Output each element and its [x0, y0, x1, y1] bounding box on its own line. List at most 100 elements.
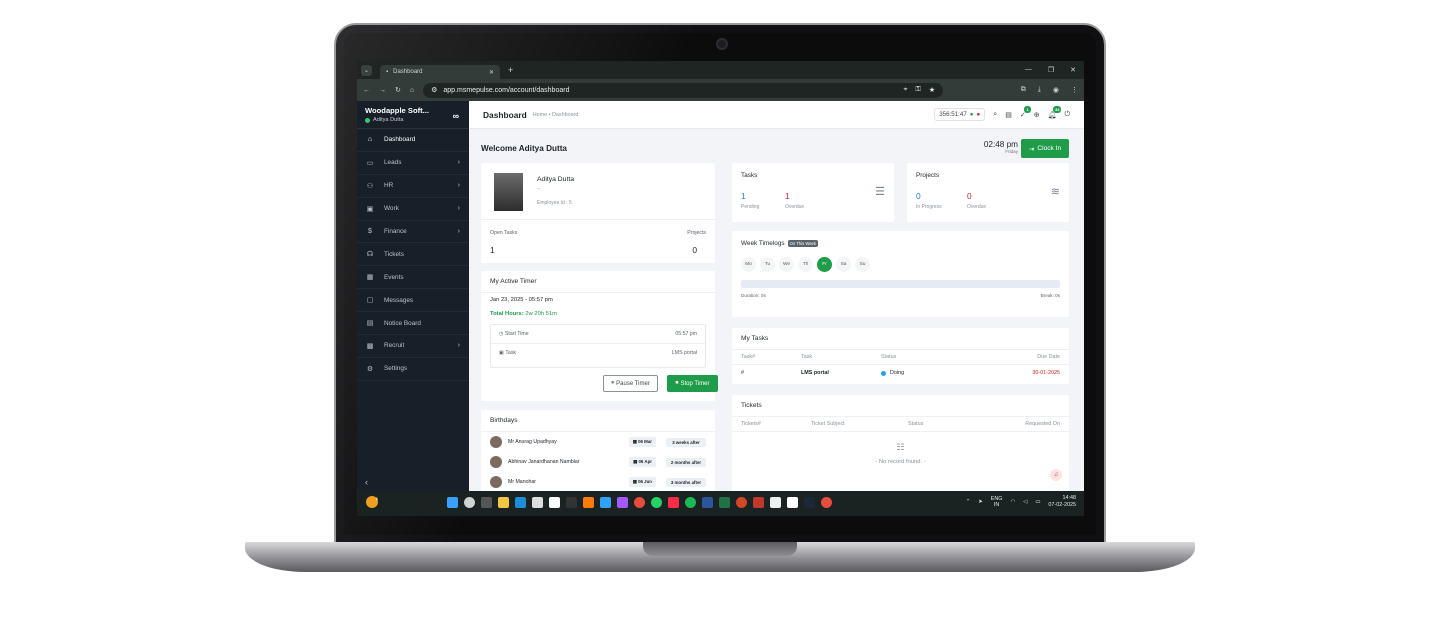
sidebar-item-settings[interactable]: ⚙ Settings: [357, 358, 469, 381]
language-indicator[interactable]: ENG IN: [991, 496, 1003, 509]
extensions-icon[interactable]: ⧉: [1021, 86, 1026, 94]
tasks-pending-count[interactable]: 1: [741, 191, 746, 201]
star-icon[interactable]: ★: [929, 86, 935, 94]
word-icon[interactable]: [702, 497, 713, 508]
file-icon[interactable]: [787, 497, 798, 508]
wifi-icon[interactable]: ◠: [1010, 499, 1015, 505]
clock-in-button[interactable]: ⇥ Clock In: [1021, 139, 1069, 158]
back-icon[interactable]: ←: [363, 87, 370, 94]
sidebar-item-events[interactable]: ▦ Events: [357, 266, 469, 290]
search-icon[interactable]: ⌕: [993, 111, 997, 119]
birthdays-card: Birthdays Mr Anurag Upadhyay ▦ 06 Mar 3 we…: [481, 410, 715, 491]
app2-icon[interactable]: [753, 497, 764, 508]
sidebar-item-recruit[interactable]: ▩ Recruit ›: [357, 335, 469, 358]
search-taskbar-icon[interactable]: [464, 497, 475, 508]
notes-icon[interactable]: ▤: [1005, 111, 1012, 119]
home-icon[interactable]: ⌂: [410, 87, 414, 94]
day-su[interactable]: Su: [855, 257, 870, 272]
photoshop-icon[interactable]: [600, 497, 611, 508]
add-icon[interactable]: ⊕: [1034, 111, 1040, 119]
edge-icon[interactable]: [515, 497, 526, 508]
sidebar-item-work[interactable]: ▣ Work ›: [357, 198, 469, 221]
tray-chevron-icon[interactable]: ⌃: [966, 499, 971, 505]
alert-bell-icon[interactable]: ♫: [1050, 469, 1062, 481]
stop-timer-icon[interactable]: ●: [977, 111, 981, 118]
url-field[interactable]: ⚙ app.msmepulse.com/account/dashboard ⌖ …: [423, 82, 944, 98]
browser-tab[interactable]: ▪ Dashboard ✕: [380, 65, 500, 79]
music-icon[interactable]: [668, 497, 679, 508]
powerpoint-icon[interactable]: [736, 497, 747, 508]
timer-start-date: Jan 23, 2025 - 05:57 pm: [490, 297, 553, 303]
sidebar-brand[interactable]: Woodapple Soft... Aditya Dutta ∞: [357, 101, 469, 129]
store-icon[interactable]: [532, 497, 543, 508]
tab-search-icon[interactable]: ⌄: [361, 64, 372, 76]
download-icon[interactable]: ⤓: [1038, 86, 1041, 94]
calculator-icon[interactable]: [770, 497, 781, 508]
file-explorer-icon[interactable]: [498, 497, 509, 508]
day-fr[interactable]: Fr: [817, 257, 832, 272]
tasks-overdue-count[interactable]: 1: [785, 191, 790, 201]
birthday-name: Mr Anurag Upadhyay: [508, 439, 557, 445]
sidebar-item-hr[interactable]: ⚇ HR ›: [357, 175, 469, 198]
notion-icon[interactable]: [549, 497, 560, 508]
chrome-active-icon[interactable]: [821, 497, 832, 508]
page-title: Dashboard: [483, 109, 527, 120]
reload-icon[interactable]: ↻: [395, 86, 401, 94]
site-info-icon[interactable]: ⚙: [431, 86, 437, 94]
figma-icon[interactable]: [617, 497, 628, 508]
pause-timer-button[interactable]: ⏸ Pause Timer: [603, 375, 658, 392]
day-we[interactable]: We: [779, 257, 794, 272]
sidebar-item-notice-board[interactable]: ▤ Notice Board: [357, 312, 469, 336]
sidebar-item-leads[interactable]: ▭ Leads ›: [357, 152, 469, 175]
spotify-icon[interactable]: [685, 497, 696, 508]
open-tasks-count[interactable]: 1: [490, 245, 495, 255]
restore-icon[interactable]: ❐: [1048, 66, 1054, 74]
logo-icon: ∞: [452, 111, 459, 121]
day-mo[interactable]: Mo: [741, 257, 756, 272]
app-icon[interactable]: [566, 497, 577, 508]
send-icon[interactable]: ➤: [978, 499, 983, 505]
illustrator-icon[interactable]: [583, 497, 594, 508]
projects-overdue-count[interactable]: 0: [967, 191, 972, 201]
day-th[interactable]: Th: [798, 257, 813, 272]
power-icon[interactable]: ⏻: [1064, 111, 1070, 119]
projects-count[interactable]: 0: [692, 245, 697, 255]
start-icon[interactable]: [447, 497, 458, 508]
kebab-menu-icon[interactable]: ⋮: [1071, 86, 1078, 94]
minimize-icon[interactable]: —: [1025, 66, 1032, 74]
clock[interactable]: 14:48 07-02-2025: [1048, 495, 1076, 509]
sidebar-item-messages[interactable]: ▢ Messages: [357, 289, 469, 313]
forward-icon[interactable]: →: [379, 87, 386, 94]
collapse-sidebar-icon[interactable]: ‹: [365, 477, 368, 487]
close-tab-icon[interactable]: ✕: [489, 69, 494, 76]
sidebar-item-tickets[interactable]: ☊ Tickets: [357, 243, 469, 267]
task-status[interactable]: Doing: [881, 370, 961, 376]
active-timer-widget[interactable]: 356:51:47 ● ●: [934, 108, 986, 121]
day-sa[interactable]: Sa: [836, 257, 851, 272]
sidebar-item-dashboard[interactable]: ⌂ Dashboard: [357, 129, 469, 152]
pause-timer-icon[interactable]: ●: [970, 111, 974, 118]
profile-icon[interactable]: ◉: [1053, 86, 1059, 94]
task-name[interactable]: LMS portal: [801, 370, 881, 376]
excel-icon[interactable]: [719, 497, 730, 508]
volume-icon[interactable]: ◁: [1023, 499, 1027, 505]
whatsapp-icon[interactable]: [651, 497, 662, 508]
tb-date: 07-02-2025: [1048, 502, 1076, 509]
day-tu[interactable]: Tu: [760, 257, 775, 272]
stop-timer-button[interactable]: ⏹ Stop Timer: [667, 375, 718, 392]
location-icon[interactable]: ⌖: [904, 86, 908, 94]
projects-inprogress-count[interactable]: 0: [916, 191, 921, 201]
close-window-icon[interactable]: ✕: [1070, 66, 1076, 74]
battery-icon[interactable]: ▭: [1035, 499, 1040, 505]
tasks-icon[interactable]: ✓ 1: [1020, 105, 1031, 119]
steam-icon[interactable]: [804, 497, 815, 508]
new-tab-icon[interactable]: +: [508, 65, 513, 75]
bell-icon[interactable]: 🔔︎ 34: [1048, 105, 1062, 119]
chrome-icon[interactable]: [634, 497, 645, 508]
key-icon[interactable]: ⚿: [916, 86, 921, 94]
sidebar-item-finance[interactable]: $ Finance ›: [357, 221, 469, 244]
task-view-icon[interactable]: [481, 497, 492, 508]
profile-card: Aditya Dutta -- Employee Id : 5 Open Tas…: [481, 163, 715, 263]
table-row[interactable]: # LMS portal Doing 30-01-2025: [732, 365, 1069, 381]
widgets-icon[interactable]: 1: [366, 496, 378, 508]
